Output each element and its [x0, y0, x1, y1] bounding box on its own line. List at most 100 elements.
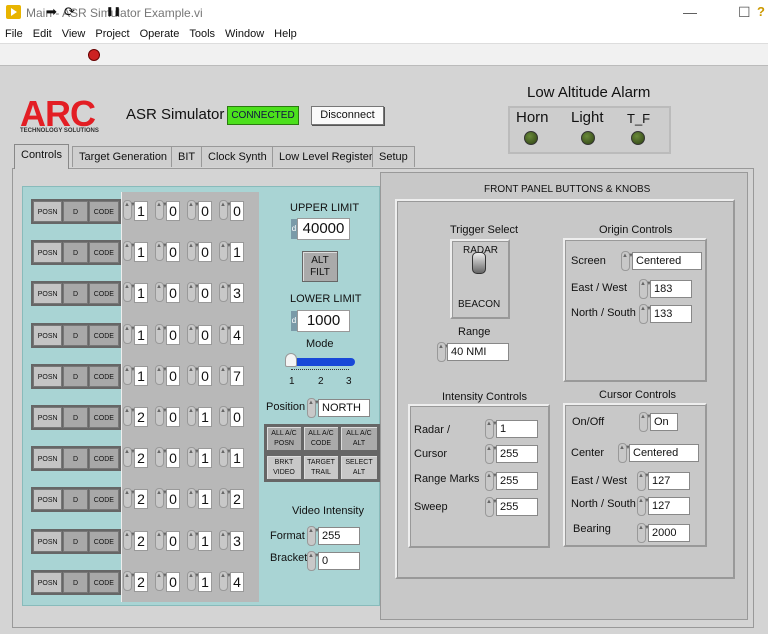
- cursor-ns-spinner[interactable]: ▲▼: [637, 496, 650, 516]
- mode-slider-thumb[interactable]: [285, 353, 297, 367]
- bracket-spinner[interactable]: ▲▼: [307, 551, 320, 571]
- code-digit[interactable]: 0: [166, 242, 180, 263]
- code-button[interactable]: CODE: [88, 407, 119, 428]
- digit-spinner[interactable]: ▲▼: [123, 323, 136, 344]
- range-spinner[interactable]: ▲▼: [437, 342, 450, 362]
- posn-button[interactable]: POSN: [33, 448, 63, 470]
- d-button[interactable]: D: [63, 448, 88, 470]
- code-digit[interactable]: 0: [198, 201, 212, 221]
- cursor-center-value[interactable]: Centered: [629, 444, 699, 462]
- code-digit[interactable]: 0: [166, 324, 180, 345]
- digit-spinner[interactable]: ▲▼: [123, 447, 136, 468]
- code-digit[interactable]: 0: [198, 242, 212, 263]
- code-digit[interactable]: 0: [166, 407, 180, 427]
- code-digit[interactable]: 0: [166, 283, 180, 304]
- context-help-icon[interactable]: ?: [757, 4, 765, 19]
- code-digit[interactable]: 7: [230, 365, 244, 386]
- digit-spinner[interactable]: ▲▼: [123, 282, 136, 303]
- all-ac-posn-button[interactable]: ALL A/C POSN: [266, 426, 302, 451]
- code-digit[interactable]: 0: [166, 571, 180, 592]
- code-button[interactable]: CODE: [88, 448, 119, 470]
- range-marks-value[interactable]: 255: [496, 472, 538, 490]
- lower-limit-input[interactable]: 1000: [297, 310, 350, 332]
- digit-spinner[interactable]: ▲▼: [123, 570, 136, 591]
- maximize-button[interactable]: ☐: [738, 4, 751, 21]
- code-digit[interactable]: 1: [134, 365, 148, 386]
- cursor-ew-value[interactable]: 127: [648, 472, 690, 490]
- code-digit[interactable]: 1: [134, 201, 148, 221]
- pause-icon[interactable]: ❚❚: [106, 6, 121, 17]
- digit-spinner[interactable]: ▲▼: [155, 488, 168, 509]
- d-button[interactable]: D: [63, 242, 88, 264]
- d-button[interactable]: D: [63, 407, 88, 428]
- code-digit[interactable]: 3: [230, 530, 244, 551]
- radar-intensity-spinner[interactable]: ▲▼: [485, 419, 498, 439]
- code-digit[interactable]: 0: [198, 283, 212, 304]
- digit-spinner[interactable]: ▲▼: [219, 200, 232, 220]
- alt-filt-button[interactable]: ALT FILT: [302, 251, 338, 282]
- sweep-value[interactable]: 255: [496, 498, 538, 516]
- code-digit[interactable]: 2: [134, 407, 148, 427]
- digit-spinner[interactable]: ▲▼: [219, 488, 232, 509]
- digit-spinner[interactable]: ▲▼: [123, 200, 136, 220]
- code-digit[interactable]: 2: [134, 530, 148, 551]
- posn-button[interactable]: POSN: [33, 324, 63, 346]
- code-digit[interactable]: 3: [230, 283, 244, 304]
- cursor-center-spinner[interactable]: ▲▼: [618, 443, 631, 463]
- all-ac-code-button[interactable]: ALL A/C CODE: [303, 426, 339, 451]
- code-digit[interactable]: 1: [198, 448, 212, 469]
- menu-edit[interactable]: Edit: [33, 26, 52, 42]
- bearing-spinner[interactable]: ▲▼: [637, 523, 650, 543]
- cursor-intensity-value[interactable]: 255: [496, 445, 538, 463]
- bracket-value[interactable]: 0: [318, 552, 360, 570]
- abort-button[interactable]: [88, 49, 100, 61]
- code-digit[interactable]: 0: [166, 201, 180, 221]
- digit-spinner[interactable]: ▲▼: [219, 282, 232, 303]
- format-value[interactable]: 255: [318, 527, 360, 545]
- digit-spinner[interactable]: ▲▼: [187, 282, 200, 303]
- cursor-ew-spinner[interactable]: ▲▼: [637, 471, 650, 491]
- posn-button[interactable]: POSN: [33, 571, 63, 593]
- code-digit[interactable]: 0: [230, 407, 244, 427]
- origin-ew-spinner[interactable]: ▲▼: [639, 279, 652, 299]
- digit-spinner[interactable]: ▲▼: [155, 447, 168, 468]
- minimize-button[interactable]: —: [683, 4, 697, 20]
- digit-spinner[interactable]: ▲▼: [187, 570, 200, 591]
- radar-intensity-value[interactable]: 1: [496, 420, 538, 438]
- sweep-spinner[interactable]: ▲▼: [485, 497, 498, 517]
- code-digit[interactable]: 0: [230, 201, 244, 221]
- code-digit[interactable]: 1: [134, 242, 148, 263]
- format-spinner[interactable]: ▲▼: [307, 526, 320, 546]
- digit-spinner[interactable]: ▲▼: [123, 241, 136, 262]
- code-digit[interactable]: 1: [198, 407, 212, 427]
- digit-spinner[interactable]: ▲▼: [219, 570, 232, 591]
- origin-ns-value[interactable]: 133: [650, 305, 692, 323]
- posn-button[interactable]: POSN: [33, 242, 63, 264]
- code-digit[interactable]: 1: [134, 324, 148, 345]
- digit-spinner[interactable]: ▲▼: [187, 529, 200, 550]
- screen-value[interactable]: Centered: [632, 252, 702, 270]
- tab-clock-synth[interactable]: Clock Synth: [201, 146, 274, 167]
- code-digit[interactable]: 2: [134, 571, 148, 592]
- code-digit[interactable]: 0: [166, 448, 180, 469]
- d-button[interactable]: D: [63, 201, 88, 222]
- all-ac-alt-button[interactable]: ALL A/C ALT: [340, 426, 378, 451]
- digit-spinner[interactable]: ▲▼: [123, 529, 136, 550]
- digit-spinner[interactable]: ▲▼: [219, 447, 232, 468]
- code-digit[interactable]: 0: [198, 324, 212, 345]
- digit-spinner[interactable]: ▲▼: [187, 488, 200, 509]
- digit-spinner[interactable]: ▲▼: [219, 529, 232, 550]
- cursor-intensity-spinner[interactable]: ▲▼: [485, 444, 498, 464]
- digit-spinner[interactable]: ▲▼: [187, 364, 200, 385]
- digit-spinner[interactable]: ▲▼: [187, 406, 200, 426]
- bearing-value[interactable]: 2000: [648, 524, 690, 542]
- digit-spinner[interactable]: ▲▼: [155, 241, 168, 262]
- disconnect-button[interactable]: Disconnect: [311, 106, 384, 125]
- code-digit[interactable]: 2: [134, 448, 148, 469]
- posn-button[interactable]: POSN: [33, 530, 63, 552]
- d-button[interactable]: D: [63, 365, 88, 387]
- position-value[interactable]: NORTH: [318, 399, 370, 417]
- d-button[interactable]: D: [63, 283, 88, 305]
- position-spinner[interactable]: ▲▼: [307, 398, 320, 418]
- upper-limit-input[interactable]: 40000: [297, 218, 350, 240]
